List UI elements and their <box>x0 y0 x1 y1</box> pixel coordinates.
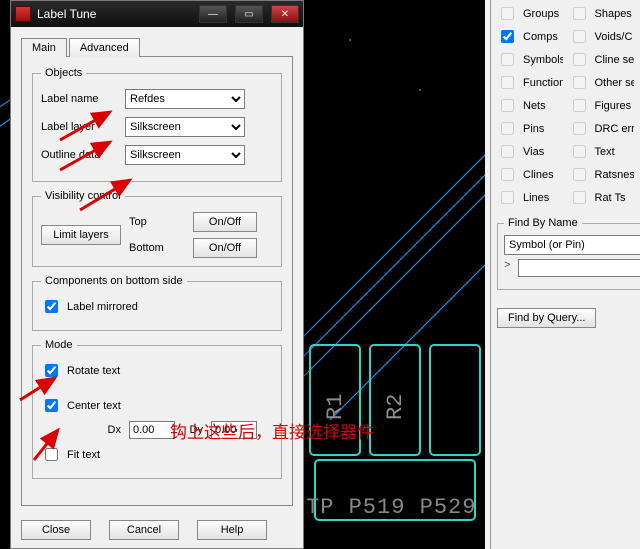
chk-clineseg[interactable]: Cline se <box>569 50 635 69</box>
chk-comps[interactable]: Comps <box>497 27 563 46</box>
find-prompt-icon: > <box>504 259 514 279</box>
rotate-text-input[interactable] <box>45 364 58 377</box>
chk-ratsnes[interactable]: Ratsnes <box>569 165 635 184</box>
bottom-side-group: Components on bottom side Label mirrored <box>32 275 282 331</box>
find-by-name-group: Find By Name Symbol (or Pin) N > M <box>497 217 640 290</box>
label-name-label: Label name <box>41 93 117 105</box>
dx-label: Dx <box>101 424 121 436</box>
bottom-label: Bottom <box>129 242 185 254</box>
outline-data-combo[interactable]: Silkscreen <box>125 145 245 165</box>
visibility-group: Visibility control Limit layers Top On/O… <box>32 190 282 267</box>
top-onoff-button[interactable]: On/Off <box>193 212 257 232</box>
limit-layers-button[interactable]: Limit layers <box>41 225 121 245</box>
rotate-text-checkbox[interactable]: Rotate text <box>41 361 273 380</box>
app-icon <box>15 6 31 22</box>
objects-legend: Objects <box>41 67 86 79</box>
dy-label: Dy <box>183 424 203 436</box>
find-text-input[interactable] <box>518 259 640 277</box>
svg-text:R1: R1 <box>323 394 348 420</box>
chk-figures[interactable]: Figures <box>569 96 635 115</box>
label-tune-dialog: Label Tune — ▭ ✕ Main Advanced Objects L… <box>10 0 304 549</box>
label-layer-combo[interactable]: Silkscreen <box>125 117 245 137</box>
chk-shapes[interactable]: Shapes <box>569 4 635 23</box>
center-text-input[interactable] <box>45 399 58 412</box>
top-label: Top <box>129 216 185 228</box>
center-text-checkbox[interactable]: Center text <box>41 396 273 415</box>
chk-nets[interactable]: Nets <box>497 96 563 115</box>
label-mirrored-input[interactable] <box>45 300 58 313</box>
objects-group: Objects Label name Refdes Label layer Si… <box>32 67 282 182</box>
outline-data-label: Outline data <box>41 149 117 161</box>
chk-lines[interactable]: Lines <box>497 188 563 207</box>
label-layer-label: Label layer <box>41 121 117 133</box>
find-by-query-button[interactable]: Find by Query... <box>497 308 596 328</box>
pcb-text-tp: TP <box>306 495 334 520</box>
cancel-dialog-button[interactable]: Cancel <box>109 520 179 540</box>
chk-drc[interactable]: DRC err <box>569 119 635 138</box>
bottom-onoff-button[interactable]: On/Off <box>193 238 257 258</box>
chk-functions[interactable]: Functions <box>497 73 563 92</box>
chk-otherseg[interactable]: Other se <box>569 73 635 92</box>
fit-text-input[interactable] <box>45 448 58 461</box>
bottom-side-legend: Components on bottom side <box>41 275 187 287</box>
chk-text[interactable]: Text <box>569 142 635 161</box>
chk-symbols[interactable]: Symbols <box>497 50 563 69</box>
dy-input[interactable] <box>211 421 257 439</box>
mode-group: Mode Rotate text Center text Dx Dy <box>32 339 282 479</box>
svg-text:R2: R2 <box>383 394 408 420</box>
chk-voids[interactable]: Voids/C <box>569 27 635 46</box>
pcb-text-p519: P519 <box>349 495 406 520</box>
label-name-combo[interactable]: Refdes <box>125 89 245 109</box>
maximize-button[interactable]: ▭ <box>235 5 263 23</box>
window-title: Label Tune <box>37 7 96 21</box>
chk-groups[interactable]: Groups <box>497 4 563 23</box>
label-mirrored-checkbox[interactable]: Label mirrored <box>41 297 273 316</box>
find-panel: Groups Shapes Comps Voids/C Symbols Clin… <box>490 0 640 549</box>
dx-input[interactable] <box>129 421 175 439</box>
mode-legend: Mode <box>41 339 77 351</box>
minimize-button[interactable]: — <box>199 5 227 23</box>
find-by-name-legend: Find By Name <box>504 217 582 229</box>
titlebar[interactable]: Label Tune — ▭ ✕ <box>11 1 303 27</box>
find-type-combo[interactable]: Symbol (or Pin) <box>504 235 640 255</box>
chk-pins[interactable]: Pins <box>497 119 563 138</box>
chk-ratts[interactable]: Rat Ts <box>569 188 635 207</box>
help-dialog-button[interactable]: Help <box>197 520 267 540</box>
chk-vias[interactable]: Vias <box>497 142 563 161</box>
fit-text-checkbox[interactable]: Fit text <box>41 445 273 464</box>
tab-advanced[interactable]: Advanced <box>69 38 140 57</box>
pcb-text-p529: P529 <box>420 495 477 520</box>
close-dialog-button[interactable]: Close <box>21 520 91 540</box>
visibility-legend: Visibility control <box>41 190 125 202</box>
tab-main[interactable]: Main <box>21 38 67 57</box>
close-button[interactable]: ✕ <box>271 5 299 23</box>
chk-clines[interactable]: Clines <box>497 165 563 184</box>
